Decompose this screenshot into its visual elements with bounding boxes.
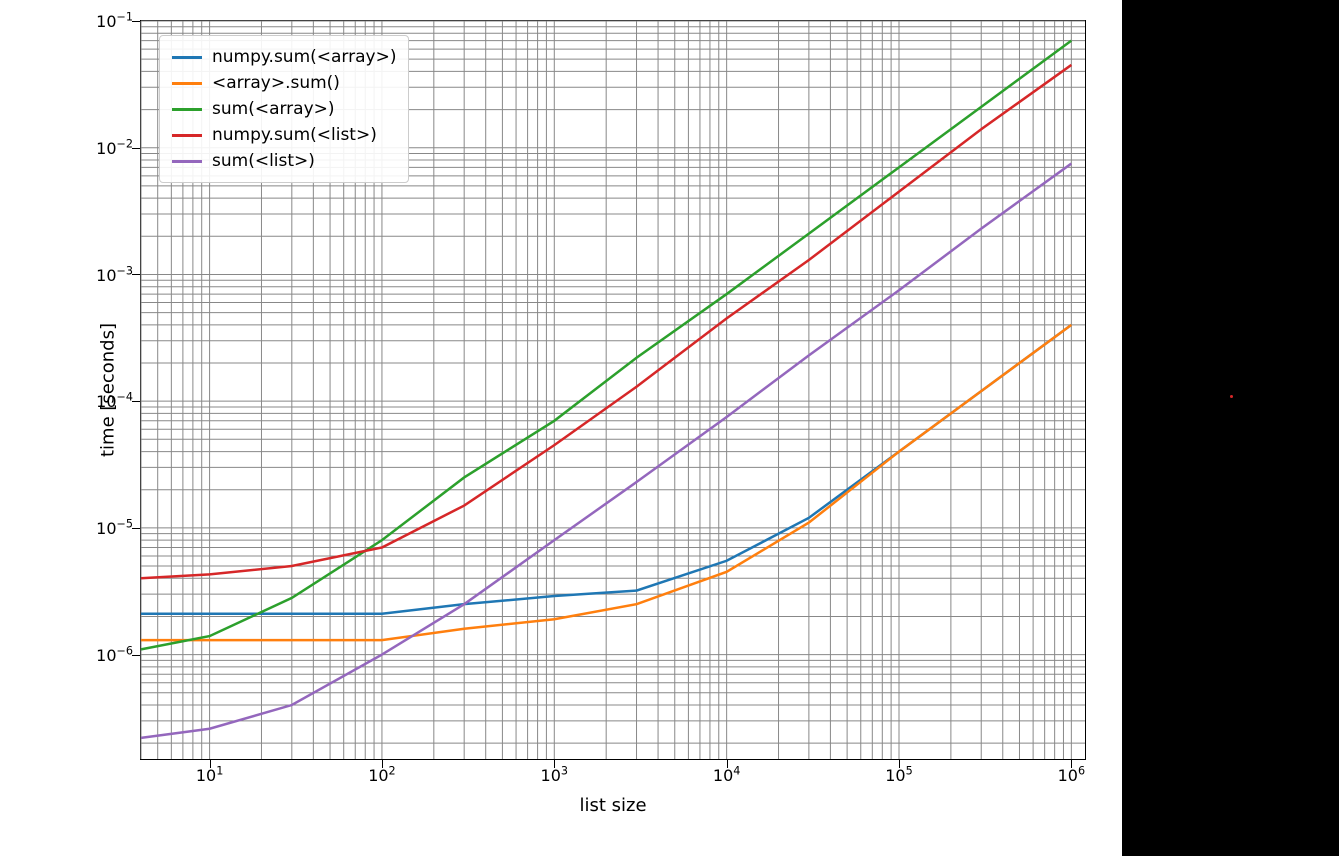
y-tick-mark bbox=[132, 274, 140, 275]
legend-swatch bbox=[172, 82, 202, 85]
y-tick-label: 10−1 bbox=[96, 11, 133, 31]
legend-swatch bbox=[172, 108, 202, 111]
legend-row: numpy.sum(<array>) bbox=[170, 44, 398, 70]
y-tick-label: 10−6 bbox=[96, 644, 133, 664]
legend-label: numpy.sum(<list>) bbox=[212, 125, 377, 145]
y-tick-mark bbox=[132, 21, 140, 22]
y-tick-mark bbox=[132, 528, 140, 529]
legend-swatch bbox=[172, 134, 202, 137]
y-tick-mark bbox=[132, 655, 140, 656]
legend-row: <array>.sum() bbox=[170, 70, 398, 96]
legend-row: sum(<array>) bbox=[170, 96, 398, 122]
legend-label: sum(<list>) bbox=[212, 151, 315, 171]
legend: numpy.sum(<array>) <array>.sum() sum(<arra… bbox=[159, 35, 409, 183]
legend-label: numpy.sum(<array>) bbox=[212, 47, 396, 67]
y-tick-label: 10−5 bbox=[96, 518, 133, 538]
legend-swatch bbox=[172, 160, 202, 163]
x-tick-label: 105 bbox=[885, 765, 912, 785]
y-tick-mark bbox=[132, 148, 140, 149]
legend-row: sum(<list>) bbox=[170, 148, 398, 174]
legend-label: sum(<array>) bbox=[212, 99, 335, 119]
x-tick-label: 103 bbox=[541, 765, 568, 785]
x-axis-label: list size bbox=[579, 795, 646, 816]
y-tick-label: 10−2 bbox=[96, 138, 133, 158]
x-tick-label: 104 bbox=[713, 765, 740, 785]
x-tick-label: 106 bbox=[1058, 765, 1085, 785]
legend-swatch bbox=[172, 56, 202, 59]
legend-row: numpy.sum(<list>) bbox=[170, 122, 398, 148]
y-tick-label: 10−3 bbox=[96, 264, 133, 284]
x-tick-label: 102 bbox=[368, 765, 395, 785]
side-cursor-dot bbox=[1230, 395, 1233, 398]
legend-label: <array>.sum() bbox=[212, 73, 340, 93]
y-tick-mark bbox=[132, 401, 140, 402]
x-tick-label: 101 bbox=[196, 765, 223, 785]
plot-area: 101102103104105106 10−610−510−410−310−21… bbox=[140, 20, 1086, 760]
y-axis-label: time [seconds] bbox=[98, 323, 119, 457]
chart-figure: 101102103104105106 10−610−510−410−310−21… bbox=[0, 0, 1122, 856]
